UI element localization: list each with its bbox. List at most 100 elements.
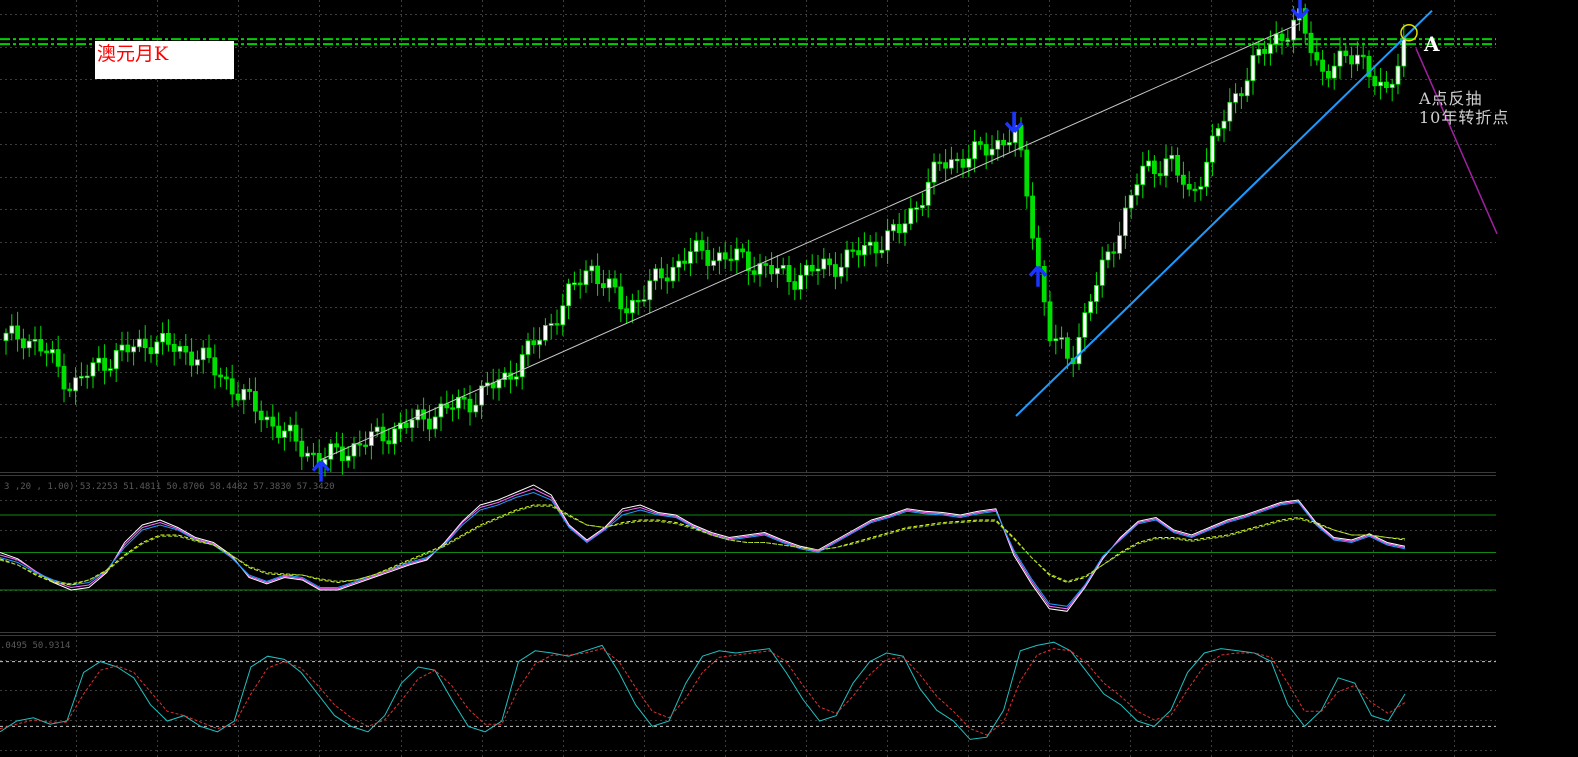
candle-body-57 bbox=[334, 443, 340, 448]
chart-title: 澳元月K bbox=[95, 41, 234, 79]
candle-body-115 bbox=[670, 266, 676, 282]
candle-body-216 bbox=[1256, 48, 1262, 56]
candle-body-226 bbox=[1314, 52, 1320, 61]
osc1-series-2 bbox=[0, 491, 1406, 607]
candle-body-130 bbox=[757, 263, 763, 275]
candle-body-49 bbox=[287, 424, 293, 432]
candle-body-231 bbox=[1343, 50, 1349, 57]
candle-body-125 bbox=[728, 258, 734, 261]
candle-body-221 bbox=[1285, 39, 1291, 42]
candle-body-0 bbox=[3, 332, 9, 342]
candle-body-160 bbox=[931, 161, 937, 183]
candle-body-229 bbox=[1331, 65, 1337, 79]
candle-body-19 bbox=[113, 350, 119, 370]
candle-body-215 bbox=[1250, 54, 1256, 82]
candle-body-12 bbox=[73, 377, 78, 392]
candle-body-38 bbox=[223, 376, 229, 380]
candle-body-236 bbox=[1372, 76, 1378, 87]
candle-body-63 bbox=[368, 431, 374, 446]
candle-body-156 bbox=[908, 208, 914, 225]
candle-body-114 bbox=[664, 277, 670, 282]
candle-body-89 bbox=[519, 354, 525, 378]
candle-body-101 bbox=[589, 265, 595, 272]
candle-body-194 bbox=[1128, 194, 1134, 209]
candle-body-168 bbox=[978, 141, 983, 145]
candle-body-128 bbox=[746, 251, 751, 272]
trend-line-blue bbox=[1015, 10, 1433, 417]
osc1-series-0 bbox=[0, 484, 1406, 612]
candle-body-90 bbox=[525, 340, 531, 355]
candle-body-109 bbox=[635, 299, 641, 303]
candle-body-79 bbox=[461, 396, 467, 400]
candle-body-118 bbox=[688, 251, 693, 264]
candle-body-3 bbox=[20, 338, 26, 349]
candle-body-129 bbox=[751, 270, 757, 275]
candle-body-21 bbox=[125, 344, 131, 353]
candle-body-240 bbox=[1395, 65, 1401, 85]
candle-body-166 bbox=[966, 158, 972, 168]
candle-body-73 bbox=[426, 418, 432, 430]
oscillator-panel-1 bbox=[0, 484, 1496, 612]
candle-body-199 bbox=[1157, 173, 1163, 177]
candle-body-188 bbox=[1094, 285, 1099, 302]
candle-body-2 bbox=[15, 325, 21, 340]
candle-body-102 bbox=[595, 265, 600, 285]
candle-body-71 bbox=[415, 409, 421, 421]
candle-body-11 bbox=[67, 388, 73, 392]
candle-body-30 bbox=[177, 346, 183, 352]
candle-body-122 bbox=[711, 260, 716, 266]
candle-body-107 bbox=[624, 308, 629, 314]
candle-body-37 bbox=[218, 374, 224, 378]
candle-body-22 bbox=[131, 346, 137, 353]
panel-separators bbox=[0, 472, 1496, 636]
candle-body-119 bbox=[693, 240, 699, 252]
candle-body-110 bbox=[641, 299, 647, 302]
candle-body-155 bbox=[902, 223, 908, 233]
candle-body-149 bbox=[867, 241, 873, 246]
candle-body-88 bbox=[514, 376, 519, 380]
candle-body-41 bbox=[241, 388, 247, 401]
candle-body-16 bbox=[96, 357, 102, 364]
candle-body-212 bbox=[1233, 93, 1238, 103]
candle-body-241 bbox=[1401, 37, 1407, 67]
candle-body-62 bbox=[363, 444, 369, 447]
candle-body-15 bbox=[90, 362, 96, 377]
candle-body-61 bbox=[357, 443, 363, 446]
candle-body-204 bbox=[1186, 183, 1192, 190]
candle-body-56 bbox=[328, 443, 334, 460]
candle-body-32 bbox=[189, 351, 195, 366]
candle-body-24 bbox=[142, 338, 148, 349]
candle-body-159 bbox=[925, 181, 931, 206]
candle-body-52 bbox=[305, 452, 311, 457]
candle-body-53 bbox=[310, 452, 316, 456]
candle-body-105 bbox=[612, 278, 618, 288]
candle-body-233 bbox=[1355, 54, 1360, 65]
candle-body-139 bbox=[809, 264, 815, 272]
candle-body-106 bbox=[618, 286, 624, 310]
candle-body-169 bbox=[983, 144, 989, 156]
candle-body-141 bbox=[821, 258, 827, 270]
candle-body-80 bbox=[467, 398, 473, 413]
candle-body-25 bbox=[148, 347, 154, 355]
candle-body-133 bbox=[775, 267, 780, 275]
candle-body-66 bbox=[386, 440, 392, 445]
candle-body-218 bbox=[1268, 43, 1273, 54]
note-line-1: A点反抽 bbox=[1419, 89, 1483, 108]
candle-body-239 bbox=[1389, 83, 1395, 89]
candle-body-81 bbox=[473, 404, 479, 413]
candle-body-98 bbox=[572, 282, 577, 285]
candle-body-177 bbox=[1030, 195, 1035, 239]
candle-body-45 bbox=[264, 416, 270, 421]
candle-body-5 bbox=[32, 339, 38, 342]
candle-body-70 bbox=[409, 419, 415, 428]
candle-body-200 bbox=[1163, 158, 1169, 177]
candle-body-46 bbox=[270, 416, 276, 427]
candle-body-50 bbox=[293, 424, 299, 442]
candle-body-65 bbox=[380, 426, 386, 442]
candle-body-147 bbox=[856, 250, 861, 256]
candle-body-7 bbox=[44, 350, 49, 354]
candle-body-34 bbox=[200, 347, 206, 361]
candle-body-222 bbox=[1291, 19, 1296, 41]
candle-body-138 bbox=[804, 264, 809, 276]
candle-body-164 bbox=[954, 158, 960, 162]
